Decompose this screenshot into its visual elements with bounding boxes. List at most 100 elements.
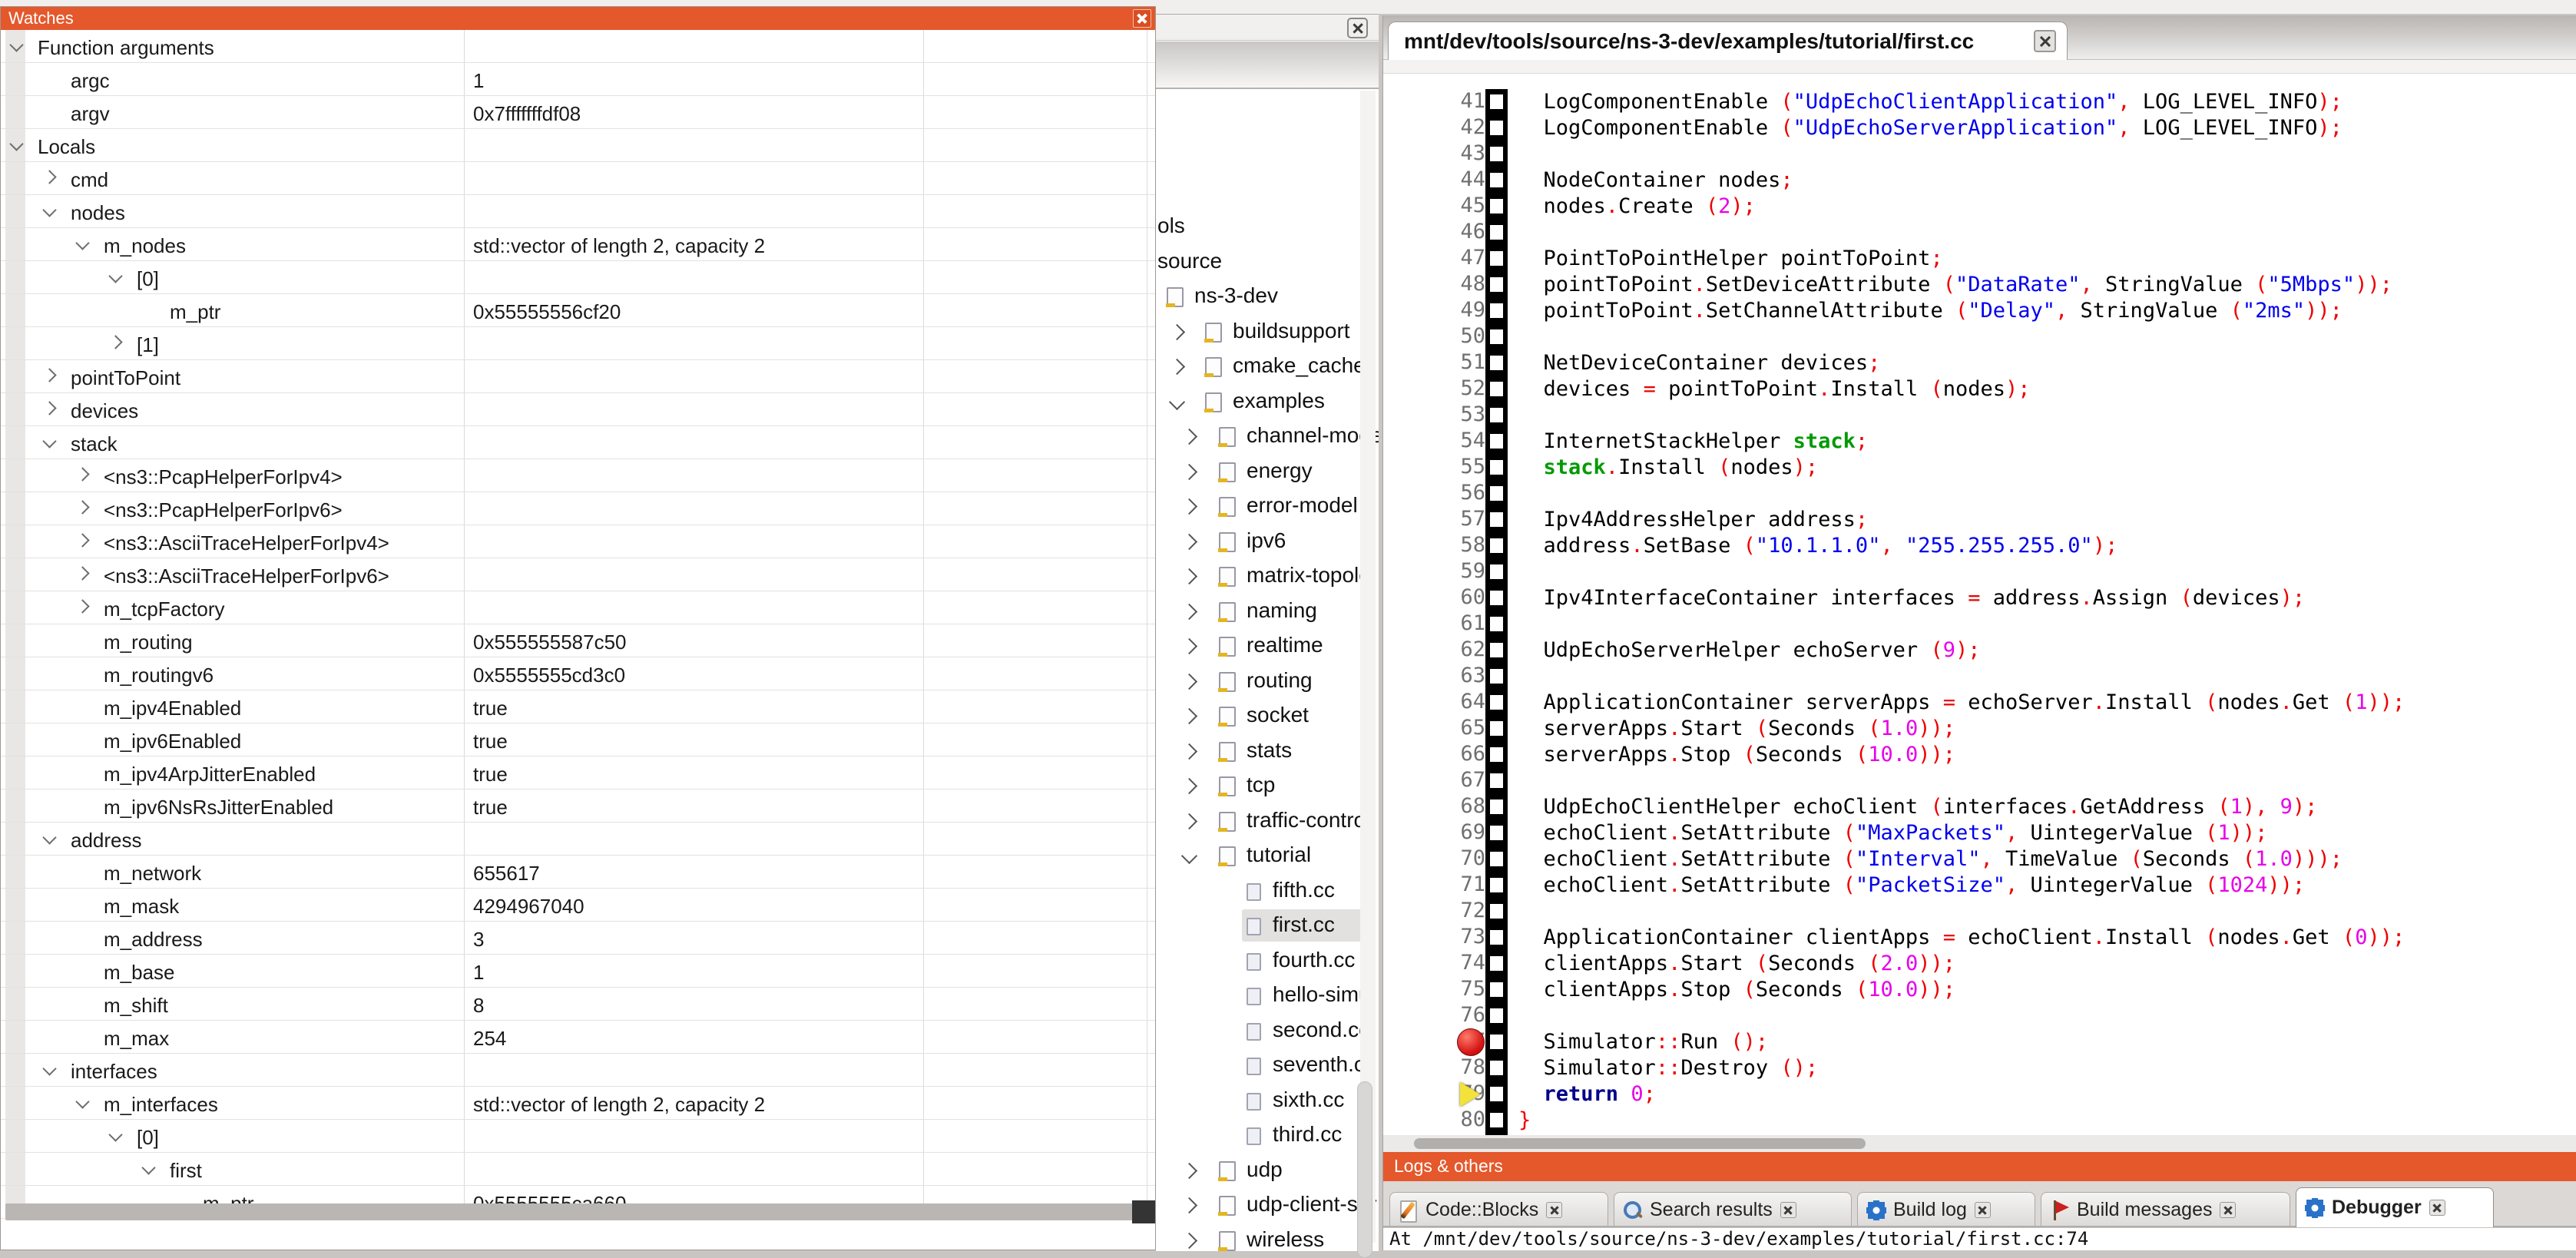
close-icon[interactable]: [1133, 9, 1151, 28]
tree-item-buildsupport[interactable]: buildsupport: [1156, 316, 1379, 348]
watch-row[interactable]: m_ptr0x55555556cf20: [1, 294, 1155, 327]
tree-item-seventh-cc[interactable]: seventh.cc: [1156, 1049, 1379, 1081]
logs-tab-debugger[interactable]: Debugger: [2296, 1187, 2494, 1227]
code-line[interactable]: }: [1518, 1107, 1531, 1134]
code-line[interactable]: serverApps.Stop (Seconds (10.0));: [1518, 742, 1955, 768]
watch-row[interactable]: argc1: [1, 63, 1155, 96]
tree-item-second-cc[interactable]: second.cc: [1156, 1015, 1379, 1047]
tree-item-tutorial[interactable]: tutorial: [1156, 839, 1379, 872]
code-line[interactable]: pointToPoint.SetDeviceAttribute ("DataRa…: [1518, 272, 2392, 298]
editor-tab-first-cc[interactable]: mnt/dev/tools/source/ns-3-dev/examples/t…: [1388, 22, 2068, 60]
chevron-right-icon[interactable]: [1181, 1197, 1197, 1213]
watch-row[interactable]: m_address3: [1, 922, 1155, 955]
chevron-down-icon[interactable]: [1181, 848, 1197, 864]
watch-row[interactable]: Locals: [1, 129, 1155, 162]
tree-item-stats[interactable]: stats: [1156, 735, 1379, 767]
code-line[interactable]: pointToPoint.SetChannelAttribute ("Delay…: [1518, 298, 2343, 324]
tree-item-routing[interactable]: routing: [1156, 665, 1379, 697]
watch-row[interactable]: m_interfacesstd::vector of length 2, cap…: [1, 1087, 1155, 1120]
watch-row[interactable]: nodes: [1, 195, 1155, 228]
chevron-down-icon[interactable]: [75, 236, 89, 250]
tree-scrollbar[interactable]: [1360, 91, 1376, 1243]
code-line[interactable]: return 0;: [1518, 1081, 1656, 1107]
code-line[interactable]: ApplicationContainer clientApps = echoCl…: [1518, 925, 2405, 951]
code-line[interactable]: Ipv4AddressHelper address;: [1518, 507, 1868, 533]
chevron-down-icon[interactable]: [42, 1061, 56, 1075]
tree-item-hello-simul[interactable]: hello-simul: [1156, 979, 1379, 1011]
code-line[interactable]: LogComponentEnable ("UdpEchoServerApplic…: [1518, 115, 2343, 141]
watch-row[interactable]: <ns3::AsciiTraceHelperForIpv4>: [1, 525, 1155, 558]
watch-row[interactable]: [1]: [1, 327, 1155, 360]
chevron-right-icon[interactable]: [1181, 603, 1197, 619]
watch-row[interactable]: m_routing0x555555587c50: [1, 624, 1155, 657]
chevron-right-icon[interactable]: [75, 599, 89, 613]
chevron-down-icon[interactable]: [141, 1160, 155, 1174]
watch-row[interactable]: address: [1, 823, 1155, 856]
chevron-right-icon[interactable]: [75, 533, 89, 547]
tree-item-matrix-topolo[interactable]: matrix-topolo: [1156, 560, 1379, 592]
tree-item-naming[interactable]: naming: [1156, 595, 1379, 627]
code-line[interactable]: clientApps.Start (Seconds (2.0));: [1518, 951, 1955, 977]
watch-row[interactable]: interfaces: [1, 1054, 1155, 1087]
watch-row[interactable]: cmd: [1, 162, 1155, 195]
tree-item-error-model[interactable]: error-model: [1156, 490, 1379, 522]
tree-item-udp-client-ser[interactable]: udp-client-ser: [1156, 1189, 1379, 1221]
chevron-right-icon[interactable]: [1181, 1162, 1197, 1178]
chevron-right-icon[interactable]: [1181, 429, 1197, 445]
code-line[interactable]: UdpEchoClientHelper echoClient (interfac…: [1518, 794, 2317, 820]
chevron-right-icon[interactable]: [75, 467, 89, 481]
chevron-right-icon[interactable]: [1181, 1232, 1197, 1248]
editor-horizontal-scrollbar[interactable]: [1383, 1135, 2576, 1152]
code-line[interactable]: InternetStackHelper stack;: [1518, 429, 1868, 455]
watch-row[interactable]: m_shift8: [1, 988, 1155, 1021]
watch-row[interactable]: m_nodesstd::vector of length 2, capacity…: [1, 228, 1155, 261]
code-line[interactable]: Simulator::Run ();: [1518, 1029, 1768, 1055]
code-line[interactable]: Ipv4InterfaceContainer interfaces = addr…: [1518, 585, 2305, 611]
tree-scrollbar-thumb[interactable]: [1357, 1081, 1372, 1258]
chevron-down-icon[interactable]: [42, 434, 56, 448]
code-line[interactable]: devices = pointToPoint.Install (nodes);: [1518, 376, 2031, 402]
chevron-down-icon[interactable]: [108, 1127, 122, 1141]
chevron-right-icon[interactable]: [1181, 813, 1197, 829]
chevron-right-icon[interactable]: [1169, 323, 1185, 339]
code-line[interactable]: nodes.Create (2);: [1518, 194, 1756, 220]
code-line[interactable]: ApplicationContainer serverApps = echoSe…: [1518, 690, 2405, 716]
logs-tab-build-messages[interactable]: Build messages: [2041, 1192, 2290, 1227]
tree-item-source[interactable]: source: [1156, 246, 1379, 278]
watch-row[interactable]: m_ipv6Enabledtrue: [1, 723, 1155, 756]
watch-row[interactable]: <ns3::PcapHelperForIpv4>: [1, 459, 1155, 492]
watch-row[interactable]: m_mask4294967040: [1, 889, 1155, 922]
watch-row[interactable]: m_ipv4Enabledtrue: [1, 690, 1155, 723]
code-line[interactable]: address.SetBase ("10.1.1.0", "255.255.25…: [1518, 533, 2117, 559]
tree-item-wireless[interactable]: wireless: [1156, 1224, 1379, 1252]
tree-item-traffic-contro[interactable]: traffic-contro: [1156, 805, 1379, 837]
chevron-right-icon[interactable]: [1181, 463, 1197, 479]
tree-item-tcp[interactable]: tcp: [1156, 770, 1379, 802]
breakpoint-margin[interactable]: [1485, 89, 1508, 1135]
chevron-down-icon[interactable]: [9, 38, 23, 51]
tree-item-first-cc[interactable]: first.cc: [1156, 909, 1379, 942]
tree-item-ns-3-dev[interactable]: ns-3-dev: [1156, 280, 1379, 313]
watches-titlebar[interactable]: Watches: [1, 7, 1155, 30]
chevron-right-icon[interactable]: [108, 335, 122, 349]
tree-item-realtime[interactable]: realtime: [1156, 630, 1379, 662]
watch-row[interactable]: [0]: [1, 1120, 1155, 1153]
chevron-right-icon[interactable]: [1181, 673, 1197, 689]
watch-row[interactable]: Function arguments: [1, 30, 1155, 63]
code-line[interactable]: echoClient.SetAttribute ("PacketSize", U…: [1518, 872, 2305, 899]
watch-row[interactable]: m_tcpFactory: [1, 591, 1155, 624]
watch-row[interactable]: m_ipv4ArpJitterEnabledtrue: [1, 756, 1155, 790]
close-icon[interactable]: [1347, 18, 1368, 38]
code-line[interactable]: clientApps.Stop (Seconds (10.0));: [1518, 977, 1955, 1003]
chevron-right-icon[interactable]: [1181, 743, 1197, 759]
chevron-right-icon[interactable]: [1169, 359, 1185, 375]
watch-row[interactable]: pointToPoint: [1, 360, 1155, 393]
code-line[interactable]: stack.Install (nodes);: [1518, 455, 1818, 481]
tree-item-examples[interactable]: examples: [1156, 386, 1379, 418]
watch-row[interactable]: m_routingv60x5555555cd3c0: [1, 657, 1155, 690]
close-icon[interactable]: [1975, 1202, 1991, 1218]
close-icon[interactable]: [2220, 1202, 2236, 1218]
chevron-down-icon[interactable]: [108, 269, 122, 283]
watch-row[interactable]: m_base1: [1, 955, 1155, 988]
tree-item-fifth-cc[interactable]: fifth.cc: [1156, 875, 1379, 907]
